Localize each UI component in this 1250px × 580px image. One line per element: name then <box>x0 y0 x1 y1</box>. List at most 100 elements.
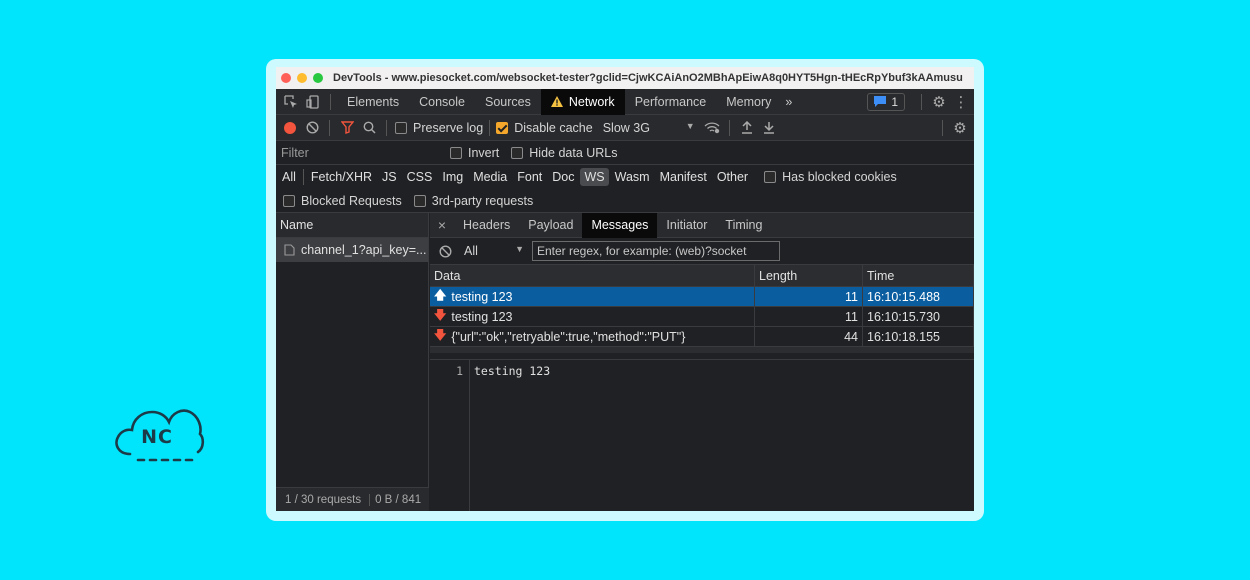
message-time: 16:10:15.488 <box>863 287 974 306</box>
invert-checkbox[interactable] <box>450 146 462 159</box>
tab-memory[interactable]: Memory <box>716 89 781 115</box>
divider <box>329 119 330 136</box>
nc-cloud-logo: NC <box>112 404 206 466</box>
tab-performance[interactable]: Performance <box>625 89 717 115</box>
divider <box>489 119 491 136</box>
name-column-header[interactable]: Name <box>276 213 428 238</box>
table-row[interactable]: 🡇 {"url":"ok","retryable":true,"method":"… <box>430 327 974 347</box>
close-detail-icon[interactable]: × <box>430 214 454 236</box>
message-data: {"url":"ok","retryable":true,"method":"P… <box>451 329 686 344</box>
blocked-requests-label: Blocked Requests <box>301 193 402 208</box>
zoom-window-button[interactable] <box>313 73 323 83</box>
preserve-log-toggle[interactable]: Preserve log <box>395 121 483 135</box>
hide-data-urls-toggle[interactable]: Hide data URLs <box>511 145 618 160</box>
regex-filter-input[interactable]: Enter regex, for example: (web)?socket <box>532 241 780 261</box>
table-row[interactable]: 🡇 testing 123 11 16:10:15.730 <box>430 307 974 327</box>
divider <box>921 93 922 110</box>
received-arrow-icon: 🡇 <box>434 308 447 322</box>
hide-data-urls-label: Hide data URLs <box>529 145 618 160</box>
message-type-select[interactable]: All ▼ <box>464 244 524 258</box>
type-fetch-xhr[interactable]: Fetch/XHR <box>307 168 376 186</box>
tab-network[interactable]: Network <box>540 88 625 115</box>
request-row[interactable]: channel_1?api_key=... <box>276 238 428 262</box>
more-options-icon[interactable]: ⋮ <box>950 91 972 113</box>
filter-funnel-icon[interactable] <box>336 117 358 139</box>
filter-input[interactable]: Filter <box>278 143 438 162</box>
invert-toggle[interactable]: Invert <box>450 146 499 160</box>
warning-icon <box>550 96 563 107</box>
window-title: DevTools - www.piesocket.com/websocket-t… <box>333 72 963 84</box>
network-conditions-icon[interactable] <box>701 117 723 139</box>
close-window-button[interactable] <box>281 73 291 83</box>
divider <box>728 119 730 136</box>
message-time: 16:10:15.730 <box>863 307 974 326</box>
message-data: testing 123 <box>451 289 513 304</box>
has-blocked-cookies-checkbox[interactable] <box>764 171 777 183</box>
disable-cache-label: Disable cache <box>514 120 593 135</box>
divider <box>942 119 943 136</box>
third-party-toggle[interactable]: 3rd-party requests <box>413 194 533 208</box>
clear-messages-icon[interactable] <box>434 240 456 262</box>
issues-badge[interactable]: 1 <box>867 92 905 111</box>
type-font[interactable]: Font <box>513 168 546 186</box>
type-media[interactable]: Media <box>469 168 511 186</box>
tab-payload[interactable]: Payload <box>519 213 582 238</box>
tab-sources[interactable]: Sources <box>475 89 541 115</box>
devtools-window: DevTools - www.piesocket.com/websocket-t… <box>276 67 974 511</box>
network-toolbar: Preserve log Disable cache Slow 3G ▼ ⚙ <box>276 115 974 141</box>
third-party-checkbox[interactable] <box>413 194 426 207</box>
type-img[interactable]: Img <box>438 168 467 186</box>
preserve-log-checkbox[interactable] <box>395 121 407 134</box>
export-har-icon[interactable] <box>758 117 780 139</box>
blocked-requests-checkbox[interactable] <box>283 194 295 207</box>
messages-table-body: 🡅 testing 123 11 16:10:15.488 🡇 testing 12… <box>430 287 974 357</box>
table-row[interactable]: 🡅 testing 123 11 16:10:15.488 <box>430 287 974 307</box>
logo-text: NC <box>141 426 173 448</box>
issues-count: 1 <box>891 94 898 109</box>
more-tabs-button[interactable]: » <box>781 89 796 115</box>
type-js[interactable]: JS <box>378 168 401 186</box>
disable-cache-toggle[interactable]: Disable cache <box>496 121 593 135</box>
tab-console[interactable]: Console <box>409 89 475 115</box>
message-content[interactable]: testing 123 <box>470 360 550 511</box>
type-ws[interactable]: WS <box>580 168 609 186</box>
type-manifest[interactable]: Manifest <box>656 168 711 186</box>
tab-initiator[interactable]: Initiator <box>657 213 716 238</box>
inspect-element-icon[interactable] <box>280 91 302 113</box>
network-settings-gear-icon[interactable]: ⚙ <box>949 117 971 139</box>
throttle-select[interactable]: Slow 3G ▼ <box>603 121 695 135</box>
invert-label: Invert <box>468 145 500 160</box>
type-all[interactable]: All <box>278 168 300 186</box>
blocked-requests-toggle[interactable]: Blocked Requests <box>283 194 402 208</box>
has-blocked-cookies-toggle[interactable]: Has blocked cookies <box>764 170 897 184</box>
device-toolbar-icon[interactable] <box>302 91 324 113</box>
hide-data-urls-checkbox[interactable] <box>511 146 524 159</box>
minimize-window-button[interactable] <box>297 73 307 83</box>
traffic-lights <box>281 73 323 83</box>
messages-filter-bar: All ▼ Enter regex, for example: (web)?so… <box>430 238 974 265</box>
import-har-icon[interactable] <box>736 117 758 139</box>
type-wasm[interactable]: Wasm <box>611 168 654 186</box>
tab-headers[interactable]: Headers <box>454 213 519 238</box>
type-css[interactable]: CSS <box>403 168 437 186</box>
clear-icon[interactable] <box>301 117 323 139</box>
record-button[interactable] <box>279 117 301 139</box>
tab-network-label: Network <box>568 94 615 109</box>
tab-messages[interactable]: Messages <box>582 212 658 238</box>
column-data[interactable]: Data <box>430 265 755 286</box>
message-type-value: All <box>464 244 478 258</box>
request-list-pane: Name channel_1?api_key=... 1 / 30 reques… <box>276 213 429 511</box>
has-blocked-cookies-label: Has blocked cookies <box>782 170 897 184</box>
messages-table-header: Data Length Time <box>430 265 974 287</box>
type-other[interactable]: Other <box>713 168 752 186</box>
truncated-row <box>430 347 974 353</box>
tab-timing[interactable]: Timing <box>716 213 771 238</box>
message-icon <box>874 96 887 107</box>
column-time[interactable]: Time <box>863 265 974 286</box>
disable-cache-checkbox[interactable] <box>496 121 509 134</box>
tab-elements[interactable]: Elements <box>337 89 409 115</box>
search-icon[interactable] <box>358 117 380 139</box>
column-length[interactable]: Length <box>755 265 863 286</box>
type-doc[interactable]: Doc <box>548 168 578 186</box>
settings-gear-icon[interactable]: ⚙ <box>928 91 950 113</box>
